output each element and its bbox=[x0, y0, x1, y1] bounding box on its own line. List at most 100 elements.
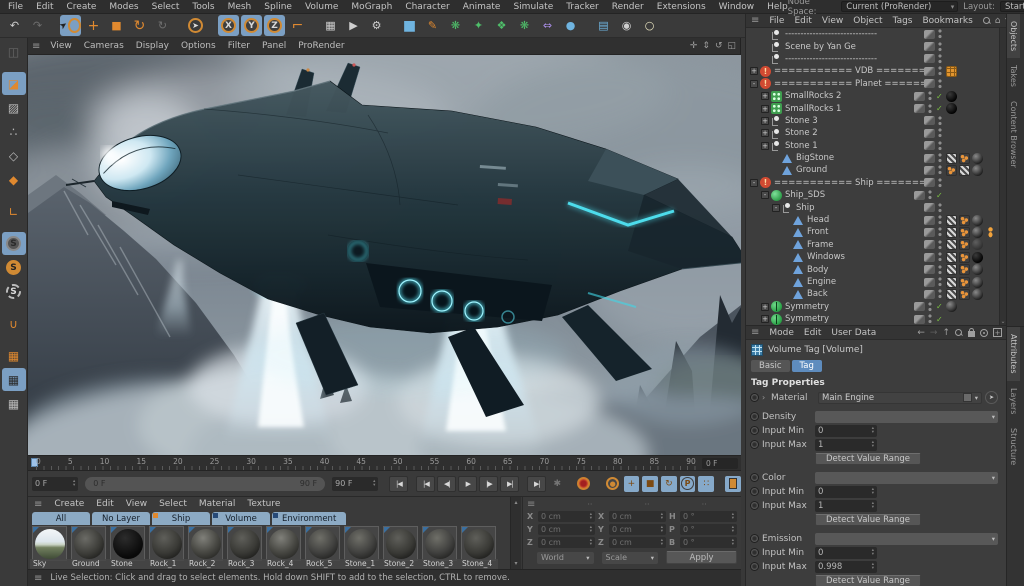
visibility-dots-icon[interactable] bbox=[938, 78, 942, 89]
menu-item[interactable]: Edit bbox=[36, 2, 53, 12]
anim-dot-icon[interactable] bbox=[750, 548, 759, 557]
tree-row[interactable]: + =========== VDB ============ ✓ bbox=[746, 65, 1006, 77]
layer-chip[interactable] bbox=[914, 314, 925, 324]
menu-item[interactable]: Window bbox=[719, 2, 755, 12]
visibility-dots-icon[interactable] bbox=[938, 41, 942, 52]
coords-mode-select[interactable]: World ▾ bbox=[537, 551, 594, 564]
tree-row[interactable]: + SmallRocks 2 ✓ bbox=[746, 90, 1006, 102]
object-label[interactable]: Engine bbox=[807, 277, 924, 287]
object-label[interactable]: ------------------------------ bbox=[785, 54, 924, 64]
magnet-icon[interactable]: ∪ bbox=[2, 312, 26, 335]
attribute-dropdown[interactable]: ▾ bbox=[815, 471, 998, 484]
enabled-check-icon[interactable]: ✓ bbox=[936, 315, 946, 324]
menu-item[interactable]: Extensions bbox=[657, 2, 706, 12]
key-position-toggle[interactable]: + bbox=[623, 475, 640, 492]
menu-item[interactable]: Select bbox=[152, 2, 180, 12]
tree-row[interactable]: Scene by Yan Ge ✓ bbox=[746, 40, 1006, 53]
visibility-dots-icon[interactable] bbox=[928, 103, 932, 114]
menu-item[interactable]: MoGraph bbox=[351, 2, 392, 12]
hamburger-icon[interactable]: ≡ bbox=[32, 41, 40, 52]
primitive-cube-icon[interactable]: ■ bbox=[399, 15, 420, 36]
tree-row[interactable]: + Symmetry ✓ bbox=[746, 301, 1006, 313]
tree-row[interactable]: ------------------------------ ✓ bbox=[746, 53, 1006, 65]
expand-toggle[interactable]: + bbox=[761, 104, 769, 113]
menu-item[interactable]: Animate bbox=[463, 2, 501, 12]
visibility-dots-icon[interactable] bbox=[938, 215, 942, 226]
visibility-dots-icon[interactable] bbox=[938, 264, 942, 275]
layer-chip[interactable] bbox=[924, 42, 935, 52]
menu-item[interactable]: Simulate bbox=[513, 2, 553, 12]
node-space-select[interactable]: Current (ProRender) ▾ bbox=[841, 1, 959, 12]
tag-icon[interactable] bbox=[946, 251, 957, 263]
attribute-menu-item[interactable]: User Data bbox=[831, 328, 876, 338]
snap-enable-icon[interactable]: S bbox=[1, 232, 26, 255]
camera-icon[interactable]: ◉ bbox=[616, 15, 637, 36]
timeline-ruler[interactable]: 0 5 10 15 20 25 30 35 40 45 50 55 60 65 70 75 80 85 90 0 F bbox=[28, 455, 741, 471]
layer-tab[interactable]: Ship bbox=[152, 512, 210, 525]
home-icon[interactable]: ⌂ bbox=[995, 16, 1001, 26]
visibility-dots-icon[interactable] bbox=[938, 140, 942, 151]
attribute-menu-item[interactable]: Mode bbox=[769, 328, 794, 338]
next-key-button[interactable]: ▶| bbox=[500, 475, 520, 492]
layer-chip[interactable] bbox=[924, 240, 935, 250]
end-frame-field[interactable]: 90 F ▴ ▾ bbox=[332, 476, 379, 491]
tag-icon[interactable] bbox=[946, 288, 957, 300]
snap-modes-icon[interactable]: S bbox=[2, 256, 26, 279]
axis-x-lock-icon[interactable]: X bbox=[218, 15, 239, 36]
tree-row[interactable]: - =========== Ship ============ ✓ bbox=[746, 177, 1006, 189]
enabled-check-icon[interactable]: ✓ bbox=[936, 191, 946, 200]
floor-icon[interactable]: ▤ bbox=[593, 15, 614, 36]
side-tab[interactable]: Layers bbox=[1007, 381, 1020, 421]
viewport-menu-item[interactable]: Options bbox=[181, 41, 216, 51]
object-label[interactable]: BigStone bbox=[796, 153, 924, 163]
tag-icon[interactable] bbox=[946, 226, 957, 238]
expand-toggle[interactable]: - bbox=[772, 203, 780, 212]
menu-item[interactable]: Create bbox=[67, 2, 97, 12]
tree-row[interactable]: + Stone 2 ✓ bbox=[746, 127, 1006, 139]
hamburger-icon[interactable]: ≡ bbox=[34, 499, 42, 510]
up-icon[interactable]: ↑ bbox=[942, 328, 950, 338]
detect-value-range-button[interactable]: Detect Value Range bbox=[815, 574, 922, 586]
tag-icon[interactable] bbox=[946, 276, 957, 288]
viewport-menu-item[interactable]: Cameras bbox=[84, 41, 124, 51]
tab-basic[interactable]: Basic bbox=[751, 360, 790, 372]
object-label[interactable]: Stone 2 bbox=[785, 128, 924, 138]
visibility-dots-icon[interactable] bbox=[938, 153, 942, 164]
tag-icon[interactable] bbox=[985, 226, 996, 238]
layer-chip[interactable] bbox=[914, 190, 925, 200]
layer-chip[interactable] bbox=[924, 116, 935, 126]
tag-icon[interactable] bbox=[946, 264, 957, 276]
object-label[interactable]: =========== Ship ============ bbox=[774, 178, 924, 188]
scale-icon[interactable]: ■ bbox=[106, 15, 127, 36]
object-label[interactable]: Stone 1 bbox=[785, 141, 924, 151]
coords-field[interactable]: 0 ° ▴ ▾ bbox=[680, 524, 737, 535]
tree-row[interactable]: + Stone 1 ✓ bbox=[746, 140, 1006, 152]
viewport-menu-item[interactable]: Filter bbox=[228, 41, 250, 51]
visibility-dots-icon[interactable] bbox=[938, 277, 942, 287]
layer-chip[interactable] bbox=[924, 79, 935, 89]
object-label[interactable]: Back bbox=[807, 289, 924, 299]
add-icon[interactable]: + bbox=[993, 328, 1002, 337]
previous-key-button[interactable]: |◀ bbox=[416, 475, 436, 492]
layer-chip[interactable] bbox=[924, 66, 935, 76]
tree-scrollbar[interactable]: ⌄ bbox=[999, 28, 1006, 325]
layer-tab[interactable]: Environment bbox=[272, 512, 347, 525]
volume-icon[interactable]: ● bbox=[560, 15, 581, 36]
attribute-dropdown[interactable]: ▾ bbox=[815, 410, 998, 423]
selection-tool-icon[interactable]: ➤ bbox=[185, 15, 206, 36]
tag-icon[interactable] bbox=[972, 288, 983, 300]
playback-options-button[interactable] bbox=[725, 475, 741, 492]
tree-row[interactable]: Windows ✓ bbox=[746, 251, 1006, 263]
object-label[interactable]: Ship bbox=[796, 203, 924, 213]
tree-row[interactable]: Back ✓ bbox=[746, 288, 1006, 300]
material-item[interactable]: Rock_1 bbox=[147, 526, 186, 569]
object-label[interactable]: Windows bbox=[807, 252, 924, 262]
light-icon[interactable]: ○ bbox=[639, 15, 660, 36]
anim-dot-icon[interactable] bbox=[750, 440, 759, 449]
material-item[interactable]: Stone_2 bbox=[381, 526, 420, 569]
tag-icon[interactable] bbox=[946, 239, 957, 251]
tag-icon[interactable] bbox=[972, 251, 983, 263]
tag-icon[interactable] bbox=[972, 152, 983, 164]
snap-dynamic-icon[interactable]: S bbox=[2, 280, 26, 303]
visibility-dots-icon[interactable] bbox=[938, 227, 942, 238]
